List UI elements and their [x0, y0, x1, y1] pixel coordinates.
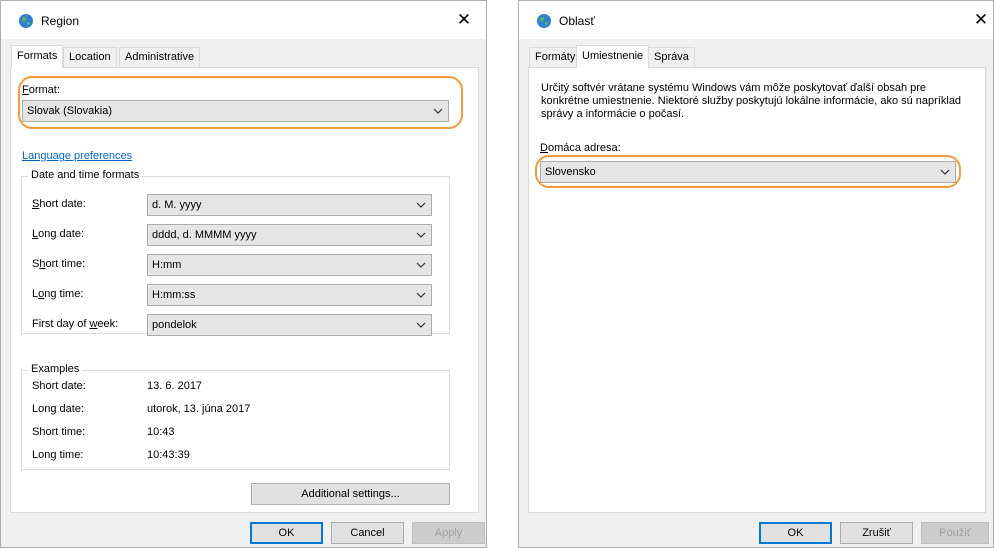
short-date-value: d. M. yyyy	[152, 199, 202, 211]
cancel-button[interactable]: Cancel	[331, 522, 404, 544]
long-time-label: Long time:	[32, 288, 84, 300]
globe-icon	[18, 13, 34, 29]
chevron-down-icon	[416, 255, 426, 275]
additional-settings-button[interactable]: Additional settings...	[251, 483, 450, 505]
close-icon[interactable]: ✕	[450, 7, 478, 33]
tab-umiestnenie[interactable]: Umiestnenie	[576, 45, 650, 68]
title-bar: Oblasť ✕	[519, 1, 993, 39]
example-short-date-label: Short date:	[32, 380, 86, 392]
chevron-down-icon	[416, 315, 426, 335]
tab-sprava[interactable]: Správa	[648, 47, 695, 67]
short-time-value: H:mm	[152, 259, 182, 271]
example-long-date-value: utorok, 13. júna 2017	[147, 403, 251, 415]
date-time-formats-group: Date and time formats Short date: d. M. …	[21, 169, 450, 336]
region-dialog: Region ✕ Formats Location Administrative…	[0, 0, 487, 548]
ok-button[interactable]: OK	[759, 522, 832, 544]
example-short-time-label: Short time:	[32, 426, 86, 438]
long-date-value: dddd, d. MMMM yyyy	[152, 229, 257, 241]
short-date-dropdown[interactable]: d. M. yyyy	[147, 194, 432, 216]
long-date-dropdown[interactable]: dddd, d. MMMM yyyy	[147, 224, 432, 246]
long-time-value: H:mm:ss	[152, 289, 196, 301]
examples-legend: Examples	[28, 363, 83, 375]
examples-group: Examples Short date: 13. 6. 2017 Long da…	[21, 363, 450, 470]
chevron-down-icon	[416, 285, 426, 305]
home-location-label: Domáca adresa:	[540, 142, 621, 154]
ok-button[interactable]: OK	[250, 522, 323, 544]
first-day-dropdown[interactable]: pondelok	[147, 314, 432, 336]
example-short-date-value: 13. 6. 2017	[147, 380, 203, 392]
example-long-time-label: Long time:	[32, 449, 84, 461]
chevron-down-icon	[940, 162, 950, 182]
long-date-label: Long date:	[32, 228, 84, 240]
globe-icon	[536, 13, 552, 29]
window-title: Oblasť	[559, 14, 595, 28]
home-location-value: Slovensko	[545, 166, 596, 178]
date-time-formats-legend: Date and time formats	[28, 169, 143, 181]
window-title: Region	[41, 14, 80, 28]
example-long-date-label: Long date:	[32, 403, 84, 415]
close-icon[interactable]: ✕	[967, 7, 994, 33]
language-preferences-link[interactable]: Language preferences	[22, 150, 132, 162]
tab-location[interactable]: Location	[63, 47, 117, 67]
apply-button[interactable]: Apply	[412, 522, 485, 544]
format-label: Format:	[22, 84, 60, 96]
short-date-label: Short date:	[32, 198, 86, 210]
cancel-button[interactable]: Zrušiť	[840, 522, 913, 544]
tab-formaty[interactable]: Formáty	[529, 47, 582, 67]
short-time-dropdown[interactable]: H:mm	[147, 254, 432, 276]
first-day-value: pondelok	[152, 319, 197, 331]
tab-administrative[interactable]: Administrative	[119, 47, 201, 67]
title-bar: Region ✕	[1, 1, 486, 39]
first-day-label: First day of week:	[32, 318, 119, 330]
chevron-down-icon	[416, 195, 426, 215]
formats-panel: Format: Slovak (Slovakia) Language prefe…	[10, 67, 479, 513]
short-time-label: Short time:	[32, 258, 86, 270]
home-location-dropdown[interactable]: Slovensko	[540, 161, 956, 183]
chevron-down-icon	[416, 225, 426, 245]
tab-formats[interactable]: Formats	[11, 45, 64, 68]
example-long-time-value: 10:43:39	[147, 449, 190, 461]
location-panel: Určitý softvér vrátane systému Windows v…	[528, 67, 986, 513]
location-description: Určitý softvér vrátane systému Windows v…	[541, 82, 962, 120]
chevron-down-icon	[433, 101, 443, 121]
format-value: Slovak (Slovakia)	[27, 105, 112, 117]
long-time-dropdown[interactable]: H:mm:ss	[147, 284, 432, 306]
oblast-dialog: Oblasť ✕ Formáty Umiestnenie Správa Urči…	[518, 0, 994, 548]
apply-button[interactable]: Použiť	[921, 522, 989, 544]
example-short-time-value: 10:43	[147, 426, 175, 438]
format-dropdown[interactable]: Slovak (Slovakia)	[22, 100, 449, 122]
